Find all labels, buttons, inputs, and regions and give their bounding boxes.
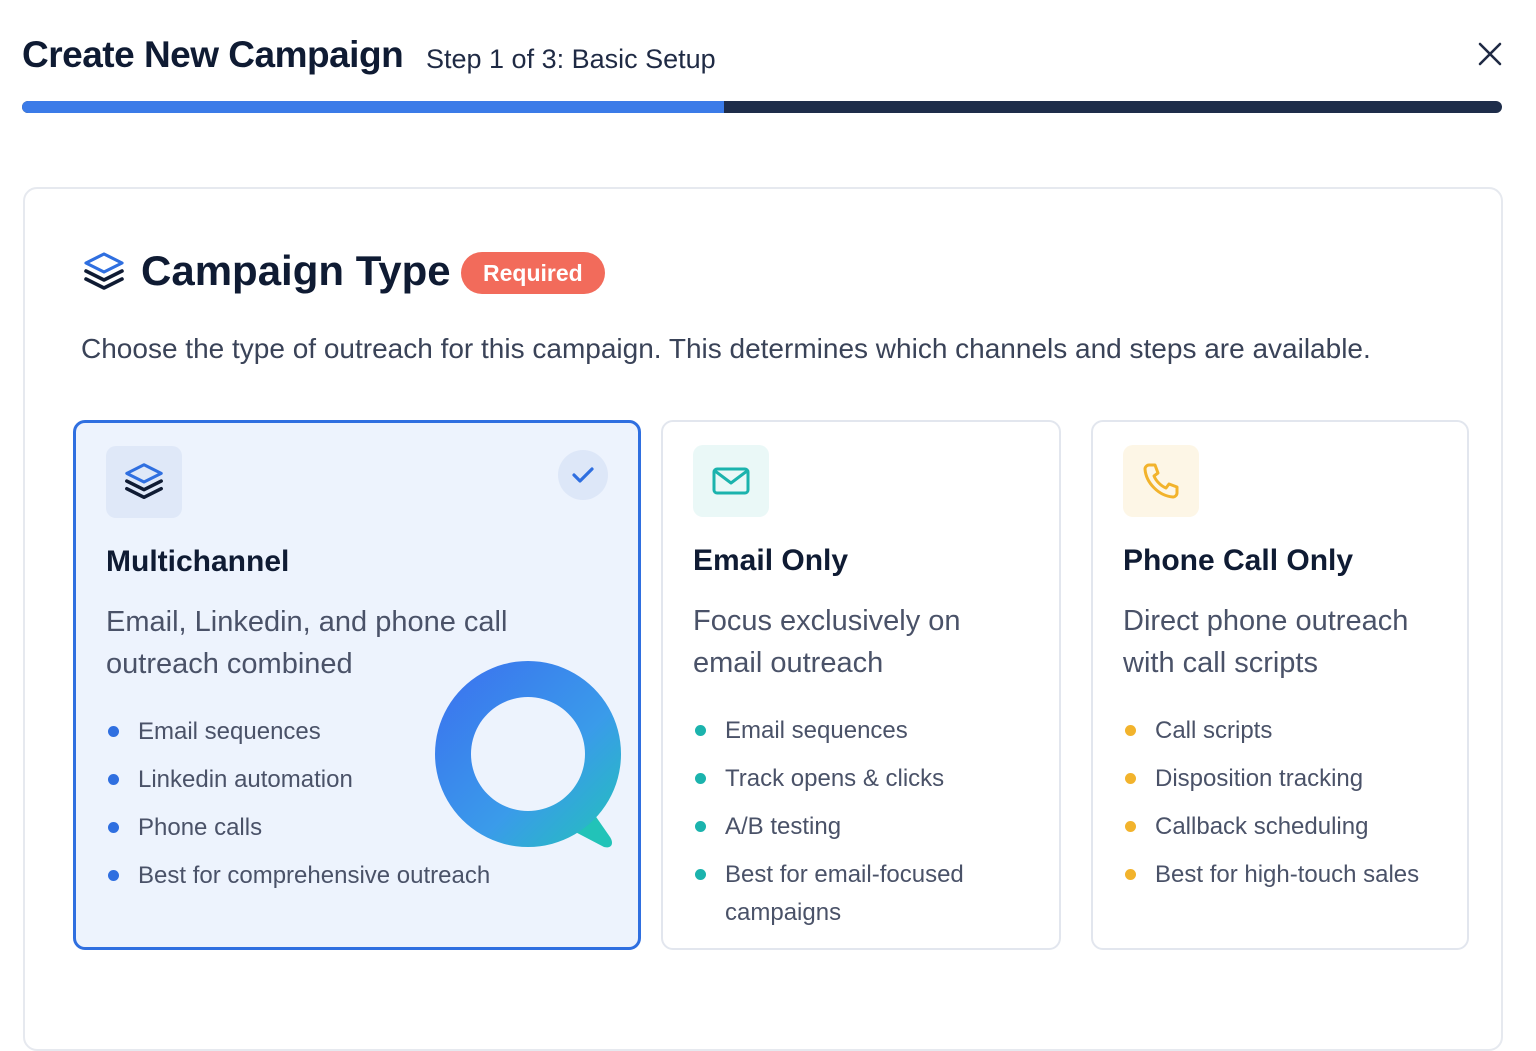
section-title: Campaign Type [141, 247, 451, 294]
list-item: Email sequences [693, 712, 1033, 750]
list-item: Linkedin automation [106, 761, 490, 799]
phone-icon [1143, 463, 1179, 499]
selected-check [558, 450, 608, 500]
bullet-dot [108, 774, 119, 785]
section-description: Choose the type of outreach for this cam… [81, 333, 1371, 364]
header: Create New Campaign Step 1 of 3: Basic S… [22, 30, 1512, 90]
close-icon [1478, 42, 1502, 66]
card-multichannel[interactable]: Multichannel Email, Linkedin, and phone … [73, 420, 641, 950]
feature-list: Email sequences Track opens & clicks A/B… [693, 712, 1033, 942]
card-phone-call-only[interactable]: Phone Call Only Direct phone outreach wi… [1091, 420, 1469, 950]
bullet-dot [108, 822, 119, 833]
list-item: Email sequences [106, 713, 490, 751]
progress-fill [22, 101, 724, 113]
mail-icon [712, 467, 750, 495]
card-icon-container [1123, 445, 1199, 517]
bullet-dot [695, 773, 706, 784]
feature-list: Email sequences Linkedin automation Phon… [106, 713, 490, 905]
progress-bar [22, 101, 1502, 113]
card-title: Phone Call Only [1123, 544, 1354, 577]
bullet-dot [695, 821, 706, 832]
bullet-dot [108, 870, 119, 881]
list-item: Disposition tracking [1123, 760, 1419, 798]
required-badge: Required [461, 252, 605, 294]
layers-icon [125, 463, 163, 500]
close-button[interactable] [1474, 38, 1506, 70]
bullet-dot [108, 726, 119, 737]
card-title: Multichannel [106, 545, 290, 578]
bullet-dot [1125, 821, 1136, 832]
page-title: Create New Campaign [22, 34, 404, 75]
chat-bubble-logo-icon [435, 661, 622, 848]
list-item: A/B testing [693, 808, 1033, 846]
card-icon-container [106, 446, 182, 518]
card-description: Focus exclusively on email outreach [693, 605, 961, 679]
list-item: Phone calls [106, 809, 490, 847]
bullet-dot [695, 725, 706, 736]
bullet-dot [1125, 773, 1136, 784]
list-item: Best for comprehensive outreach [106, 857, 490, 895]
layers-icon [84, 252, 124, 290]
campaign-type-panel: Campaign Type Required Choose the type o… [23, 187, 1503, 1051]
bullet-dot [1125, 725, 1136, 736]
list-item: Callback scheduling [1123, 808, 1419, 846]
card-email-only[interactable]: Email Only Focus exclusively on email ou… [661, 420, 1061, 950]
list-item: Best for high-touch sales [1123, 856, 1419, 894]
list-item: Call scripts [1123, 712, 1419, 750]
bullet-dot [1125, 869, 1136, 880]
step-indicator: Step 1 of 3: Basic Setup [426, 44, 716, 74]
card-description: Direct phone outreach with call scripts [1123, 605, 1409, 679]
list-item: Track opens & clicks [693, 760, 1033, 798]
bullet-dot [695, 869, 706, 880]
card-title: Email Only [693, 544, 849, 577]
list-item: Best for email-focused campaigns [693, 856, 1033, 932]
feature-list: Call scripts Disposition tracking Callba… [1123, 712, 1419, 904]
check-icon [572, 467, 594, 483]
card-icon-container [693, 445, 769, 517]
